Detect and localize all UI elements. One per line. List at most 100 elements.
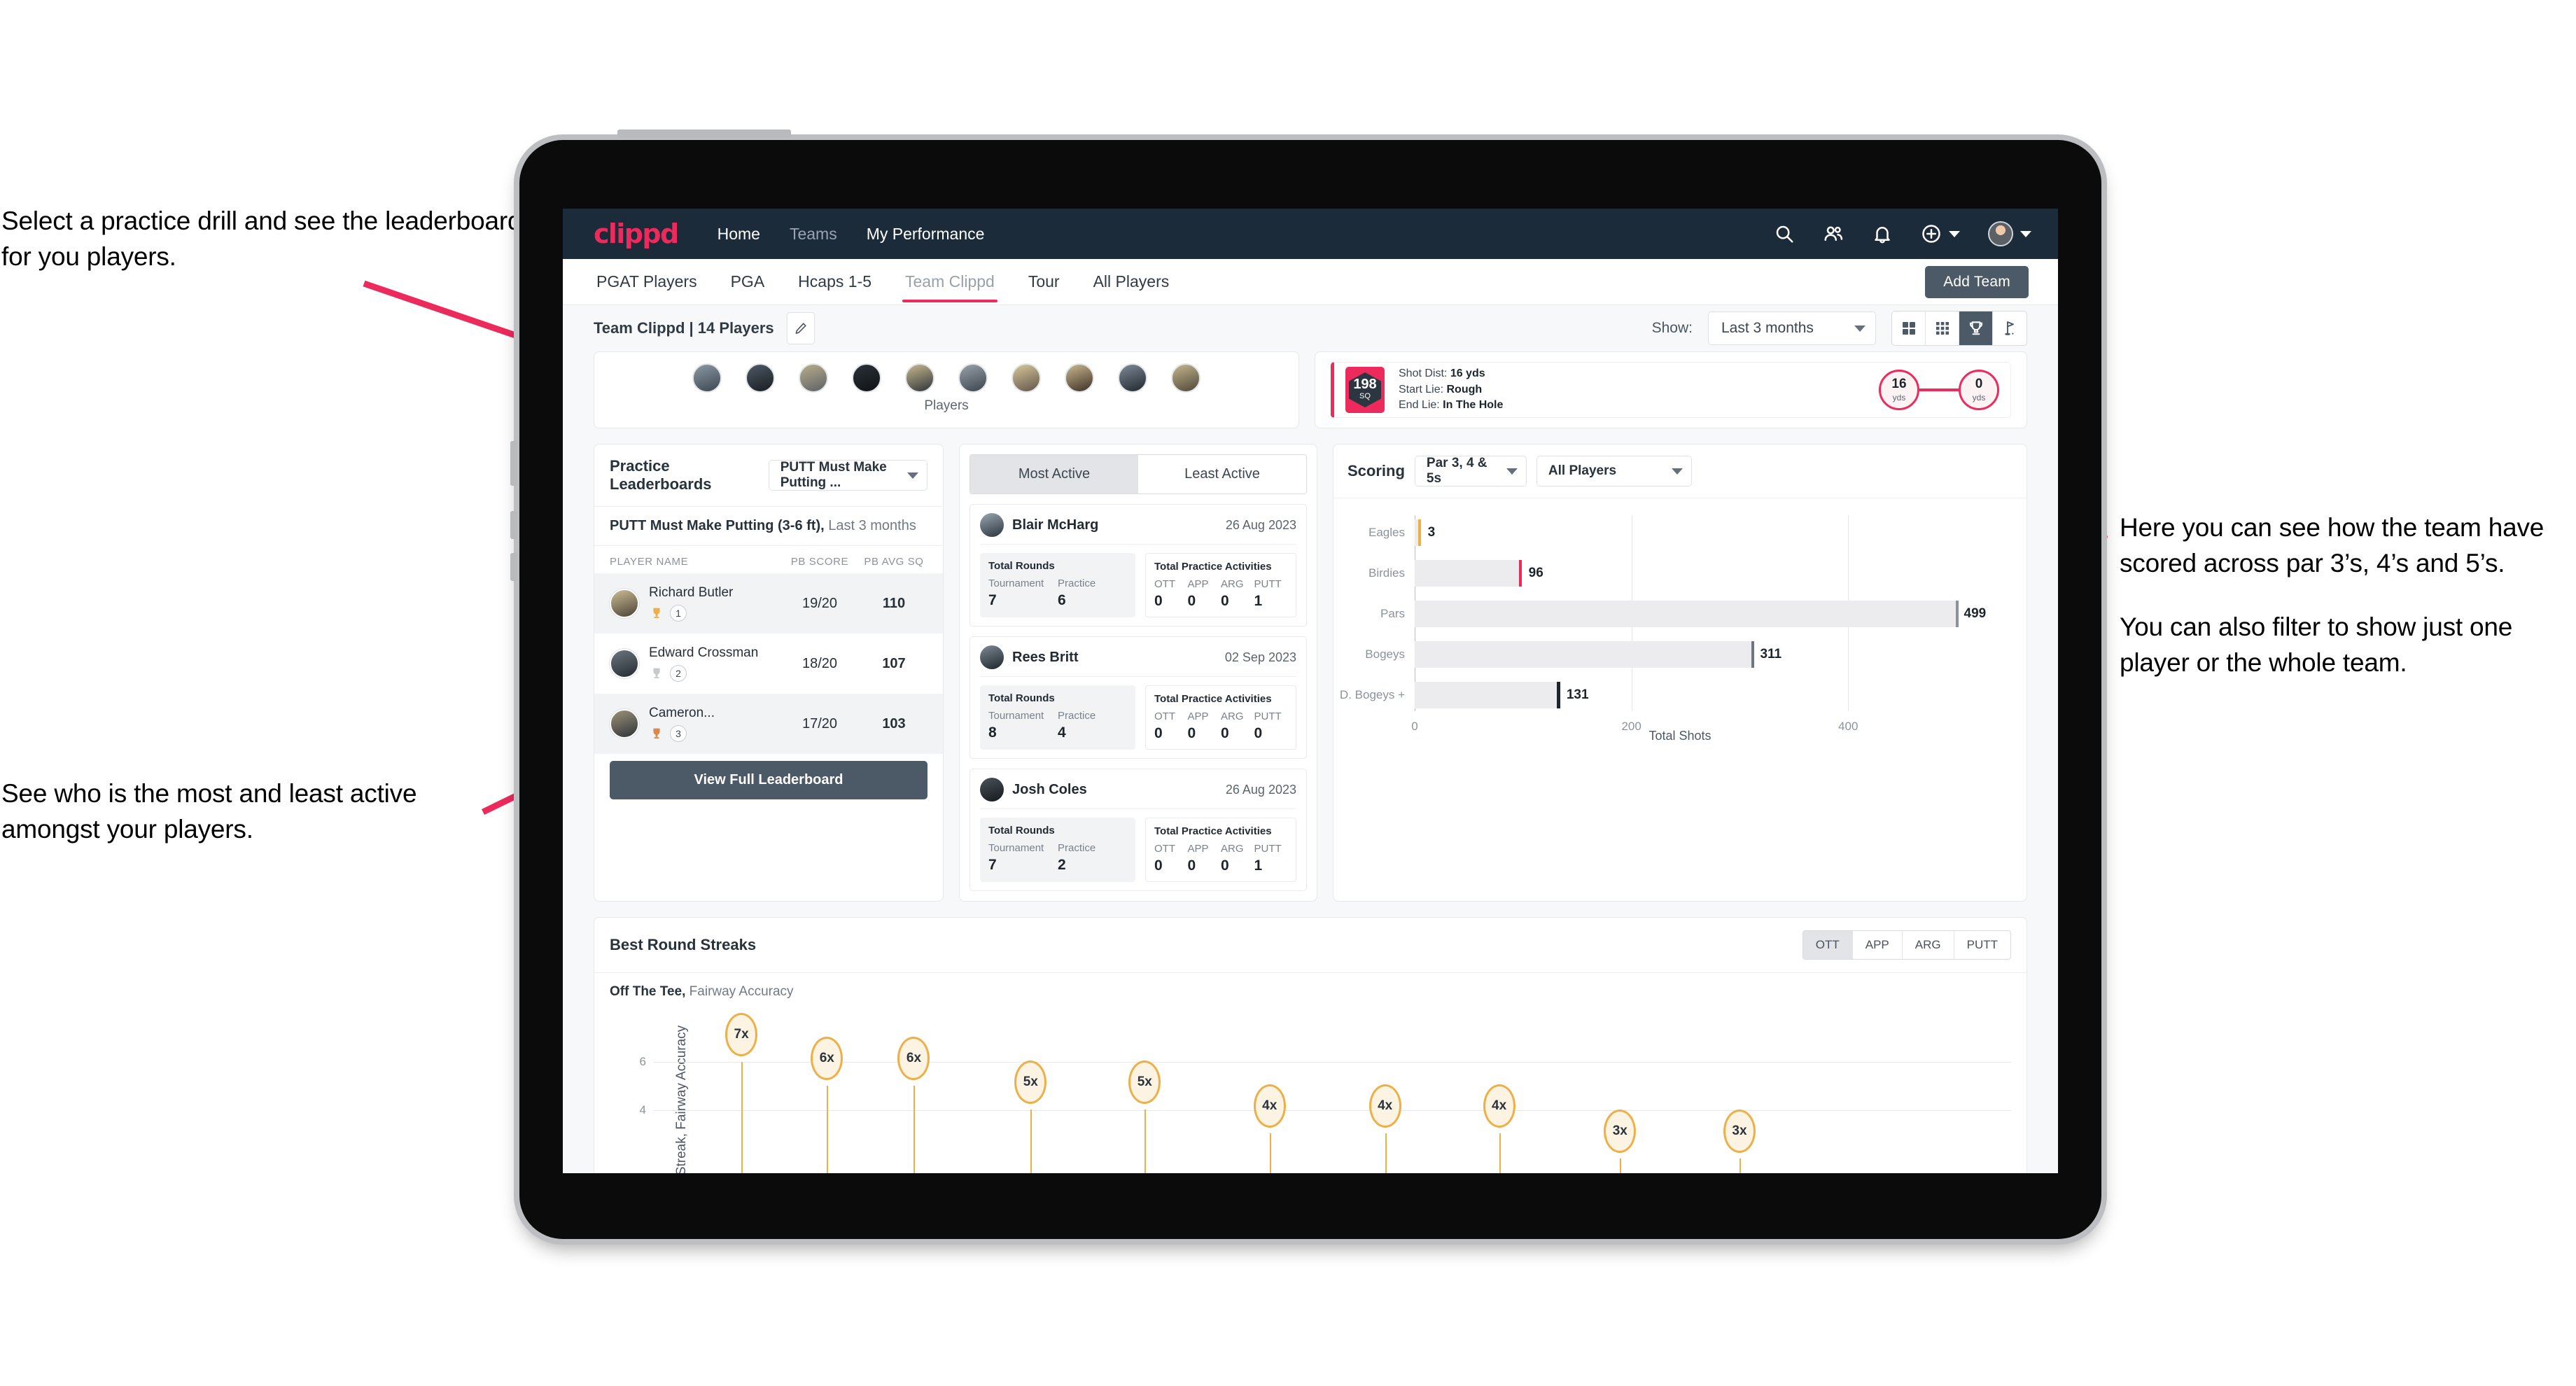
practice-putt-value: 0 bbox=[1254, 725, 1263, 741]
streak-marker[interactable]: 4x bbox=[1368, 1084, 1401, 1128]
plus-circle-icon[interactable] bbox=[1921, 223, 1942, 244]
user-menu[interactable] bbox=[1988, 221, 2031, 246]
streaks-metric-bold: Off The Tee, bbox=[610, 984, 686, 999]
total-rounds-heading: Total Rounds bbox=[988, 560, 1055, 572]
table-row[interactable]: Cameron... 3 17/20 103 bbox=[594, 694, 943, 754]
bar-value-label: 3 bbox=[1427, 525, 1436, 540]
player-avatar[interactable] bbox=[905, 363, 934, 393]
tab-pga[interactable]: PGA bbox=[728, 260, 768, 304]
pb-score-value: 19/20 bbox=[802, 595, 838, 611]
tab-hcaps-1-5[interactable]: Hcaps 1-5 bbox=[795, 260, 874, 304]
rounds-practice-label: Practice bbox=[1058, 578, 1096, 589]
search-icon[interactable] bbox=[1774, 223, 1795, 244]
view-mode-flag[interactable] bbox=[1993, 312, 2026, 345]
tab-most-active[interactable]: Most Active bbox=[970, 455, 1138, 493]
nav-link-my-performance[interactable]: My Performance bbox=[867, 225, 985, 244]
player-badges: 3 bbox=[649, 725, 779, 742]
date-range-select[interactable]: Last 3 months bbox=[1708, 312, 1876, 345]
clippd-logo[interactable]: clippd bbox=[594, 218, 679, 249]
practice-ott-value: 0 bbox=[1154, 725, 1163, 741]
bar-fill bbox=[1415, 682, 1557, 708]
practice-arg-label: ARG bbox=[1221, 843, 1244, 855]
streak-marker[interactable]: 3x bbox=[1723, 1110, 1756, 1153]
view-full-leaderboard-button[interactable]: View Full Leaderboard bbox=[610, 761, 927, 799]
streak-marker[interactable]: 5x bbox=[1014, 1060, 1047, 1104]
player-avatar[interactable] bbox=[1171, 363, 1200, 393]
player-avatar[interactable] bbox=[852, 363, 881, 393]
chevron-down-icon[interactable] bbox=[1949, 230, 1960, 237]
practice-values: OTT 0 APP 0 ARG 0 PUTT 1 bbox=[1154, 578, 1287, 610]
tab-app[interactable]: APP bbox=[1852, 931, 1903, 959]
tab-tour[interactable]: Tour bbox=[1026, 260, 1063, 304]
flag-icon bbox=[2005, 321, 2014, 335]
streak-marker[interactable]: 7x bbox=[725, 1013, 758, 1057]
list-item[interactable]: Rees Britt 02 Sep 2023 Total Rounds Tour… bbox=[969, 636, 1307, 759]
scoring-card: Scoring Par 3, 4 & 5s All Players Eagles… bbox=[1333, 444, 2027, 902]
people-icon[interactable] bbox=[1823, 223, 1844, 244]
edit-team-button[interactable] bbox=[786, 312, 815, 344]
player-badges: 1 bbox=[649, 605, 779, 622]
player-avatar[interactable] bbox=[799, 363, 828, 393]
practice-activities-heading: Total Practice Activities bbox=[1154, 561, 1272, 573]
player-filter-select[interactable]: All Players bbox=[1536, 456, 1692, 486]
player-avatar[interactable] bbox=[1065, 363, 1094, 393]
create-menu[interactable] bbox=[1921, 223, 1960, 244]
table-row[interactable]: Edward Crossman 2 18/20 107 bbox=[594, 634, 943, 694]
avatar bbox=[610, 649, 639, 678]
practice-app-label: APP bbox=[1187, 843, 1209, 855]
view-mode-grid-large[interactable] bbox=[1892, 312, 1926, 345]
drill-select[interactable]: PUTT Must Make Putting ... bbox=[768, 460, 927, 491]
trophy-icon bbox=[653, 608, 660, 618]
avatar bbox=[610, 709, 639, 738]
tab-least-active[interactable]: Least Active bbox=[1138, 455, 1306, 493]
rounds-practice: Practice 4 bbox=[1058, 710, 1127, 741]
player-avatar[interactable] bbox=[1118, 363, 1147, 393]
tab-putt[interactable]: PUTT bbox=[1954, 931, 2010, 959]
player-avatar[interactable] bbox=[692, 363, 722, 393]
add-team-button[interactable]: Add Team bbox=[1925, 266, 2029, 298]
device-side-button-3 bbox=[510, 553, 517, 581]
chevron-down-icon[interactable] bbox=[2020, 230, 2031, 237]
practice-ott: OTT 0 bbox=[1154, 710, 1188, 742]
streak-marker[interactable]: 5x bbox=[1128, 1060, 1161, 1104]
streak-marker[interactable]: 6x bbox=[811, 1037, 844, 1080]
annotation-bottom-left-text: See who is the most and least active amo… bbox=[1, 779, 417, 844]
tab-all-players[interactable]: All Players bbox=[1091, 260, 1172, 304]
streak-marker[interactable]: 4x bbox=[1483, 1084, 1516, 1128]
player-avatar[interactable] bbox=[1011, 363, 1041, 393]
practice-ott-label: OTT bbox=[1154, 843, 1175, 855]
streak-marker[interactable]: 6x bbox=[897, 1037, 930, 1080]
tab-arg[interactable]: ARG bbox=[1902, 931, 1954, 959]
tab-team-clippd[interactable]: Team Clippd bbox=[902, 260, 997, 304]
list-item[interactable]: Josh Coles 26 Aug 2023 Total Rounds Tour… bbox=[969, 769, 1307, 891]
pb-score-value: 18/20 bbox=[802, 655, 838, 671]
y-tick-4: 4 bbox=[639, 1102, 646, 1116]
par-filter-select[interactable]: Par 3, 4 & 5s bbox=[1414, 456, 1527, 486]
scoring-title: Scoring bbox=[1348, 462, 1405, 479]
tab-ott[interactable]: OTT bbox=[1802, 931, 1853, 959]
leaderboard-header: Practice Leaderboards PUTT Must Make Put… bbox=[594, 444, 943, 507]
list-item[interactable]: Blair McHarg 26 Aug 2023 Total Rounds To… bbox=[969, 504, 1307, 626]
table-row[interactable]: Richard Butler 1 19/20 110 bbox=[594, 573, 943, 634]
streak-marker[interactable]: 4x bbox=[1253, 1084, 1286, 1128]
view-mode-trophy[interactable] bbox=[1959, 312, 1993, 345]
nav-link-home[interactable]: Home bbox=[718, 225, 760, 244]
tab-pgat-players[interactable]: PGAT Players bbox=[594, 260, 700, 304]
rounds-values: Tournament 7 Practice 6 bbox=[988, 578, 1127, 609]
view-mode-grid-small[interactable] bbox=[1926, 312, 1959, 345]
streak-marker[interactable]: 3x bbox=[1604, 1110, 1637, 1153]
practice-arg-value: 0 bbox=[1221, 593, 1229, 609]
shot-dist-label: Shot Dist: bbox=[1399, 367, 1448, 379]
practice-app-value: 0 bbox=[1187, 725, 1196, 741]
bell-icon[interactable] bbox=[1872, 223, 1893, 244]
player-avatar[interactable] bbox=[746, 363, 775, 393]
category-label: D. Bogeys + bbox=[1339, 688, 1405, 701]
player-avatar[interactable] bbox=[958, 363, 988, 393]
team-title: Team Clippd | 14 Players bbox=[594, 319, 774, 337]
annotation-bottom-left: See who is the most and least active amo… bbox=[1, 776, 519, 847]
nav-link-teams[interactable]: Teams bbox=[790, 225, 837, 244]
rounds-practice: Practice 2 bbox=[1058, 842, 1127, 874]
avatar[interactable] bbox=[1988, 221, 2013, 246]
rounds-values: Tournament 7 Practice 2 bbox=[988, 842, 1127, 874]
player-name: Blair McHarg bbox=[1012, 517, 1099, 533]
